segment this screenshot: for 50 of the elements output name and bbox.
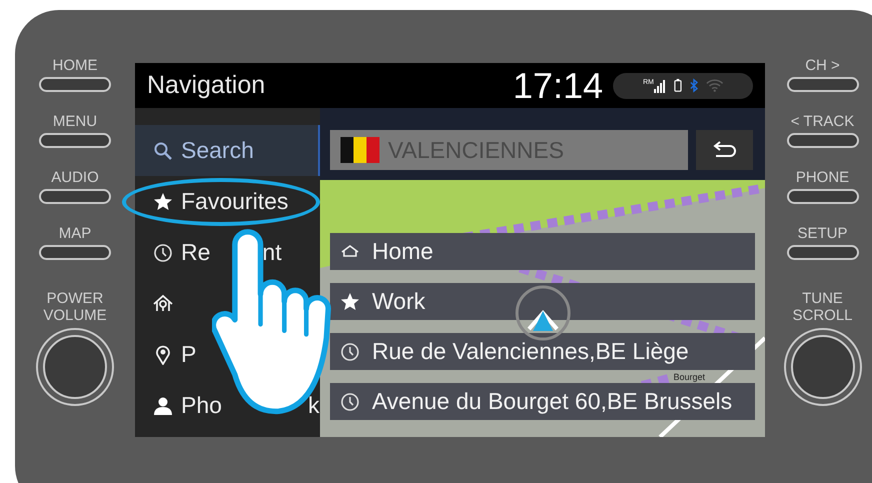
hardware-button[interactable] (39, 133, 111, 148)
person-icon (153, 396, 173, 416)
sidebar-label-fragment: k (308, 391, 320, 420)
hardware-button[interactable] (786, 245, 858, 260)
hardware-button[interactable] (39, 245, 111, 260)
button-label: MAP (58, 226, 92, 241)
sidebar-item[interactable]: Re (153, 227, 210, 278)
button-label: SETUP (797, 226, 848, 241)
clock-icon (340, 392, 360, 412)
hardware-button[interactable] (786, 77, 858, 92)
back-button[interactable] (696, 130, 753, 170)
position-marker-icon (513, 283, 573, 343)
return-arrow-icon (712, 140, 738, 160)
hardware-button[interactable] (39, 77, 111, 92)
knob-label: POWER (46, 290, 104, 307)
screen-title: Navigation (147, 70, 266, 101)
search-icon (153, 140, 173, 160)
star-icon (340, 292, 360, 312)
sidebar-item[interactable]: Pho (153, 380, 222, 431)
favourite-row[interactable]: Home (330, 233, 755, 270)
clock-time: 17:14 (512, 68, 603, 104)
hardware-button[interactable] (39, 189, 111, 204)
street-label: Bourget (673, 372, 705, 383)
clock-icon (340, 342, 360, 362)
favourite-row[interactable]: Rue de Valenciennes,BE Liège (330, 333, 755, 370)
button-label: AUDIO (51, 170, 99, 185)
button-label: HOME (52, 58, 98, 73)
knob-label: TUNE (802, 290, 843, 307)
sidebar-item[interactable]: Search (135, 125, 320, 176)
battery-icon (674, 78, 682, 93)
button-label: < TRACK (790, 114, 854, 129)
button-label: PHONE (796, 170, 850, 185)
knob-label: SCROLL (792, 307, 853, 324)
hardware-button[interactable] (786, 189, 858, 204)
location-pin-icon (153, 344, 173, 364)
star-icon (153, 192, 173, 212)
favourite-row[interactable]: Avenue du Bourget 60,BE Brussels (330, 383, 755, 420)
knob-label: VOLUME (43, 307, 107, 324)
favourite-row[interactable]: Work (330, 283, 755, 320)
signal-icon (654, 78, 666, 92)
rotary-knob[interactable] (784, 328, 862, 406)
belgium-flag-icon (340, 137, 380, 163)
rotary-knob[interactable] (36, 328, 114, 406)
hardware-button[interactable] (786, 133, 858, 148)
sidebar-label-fragment: nt (262, 238, 282, 268)
sidebar-item[interactable]: P (153, 329, 196, 380)
house-pin-icon (153, 294, 173, 314)
button-label: CH > (805, 58, 840, 73)
clock-icon (153, 242, 173, 262)
button-label: MENU (52, 114, 98, 129)
